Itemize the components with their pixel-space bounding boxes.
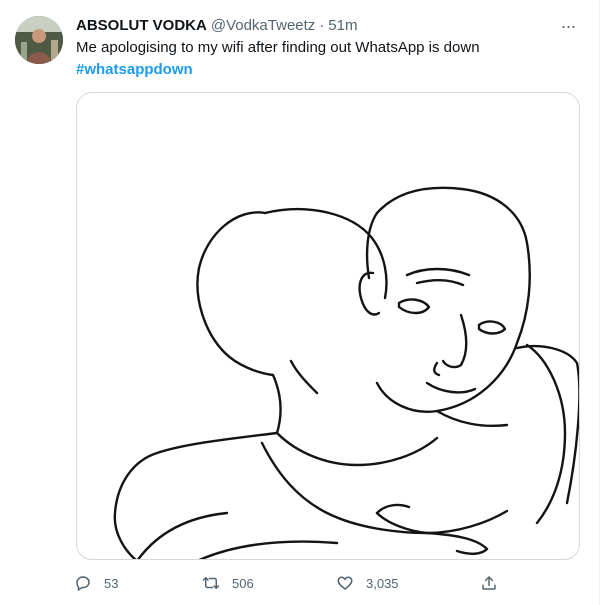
retweet-icon <box>196 568 226 598</box>
separator-dot: · <box>319 16 325 34</box>
heart-icon <box>330 568 360 598</box>
retweet-count: 506 <box>232 575 254 591</box>
tweet-header: ABSOLUT VODKA @VodkaTweetz · 51m <box>76 14 559 36</box>
hashtag-link[interactable]: #whatsappdown <box>76 60 193 80</box>
reply-count: 53 <box>104 575 119 591</box>
tweet-text: Me apologising to my wifi after finding … <box>76 39 480 56</box>
avatar[interactable] <box>15 16 63 64</box>
share-icon <box>474 568 504 598</box>
share-button[interactable] <box>474 568 504 598</box>
like-button[interactable]: 3,035 <box>330 568 399 598</box>
reply-button[interactable]: 53 <box>68 568 118 598</box>
author-name[interactable]: ABSOLUT VODKA <box>76 17 207 34</box>
more-options-icon[interactable]: ··· <box>557 16 579 36</box>
tweet-media-image[interactable] <box>76 92 580 560</box>
tweet-action-bar: 53 506 3,035 <box>68 568 508 598</box>
retweet-button[interactable]: 506 <box>196 568 254 598</box>
reply-icon <box>68 568 98 598</box>
author-handle[interactable]: @VodkaTweetz <box>211 17 315 34</box>
tweet-time[interactable]: 51m <box>328 17 357 34</box>
like-count: 3,035 <box>366 575 399 591</box>
tweet-card[interactable]: ABSOLUT VODKA @VodkaTweetz · 51m ··· Me … <box>0 0 600 605</box>
